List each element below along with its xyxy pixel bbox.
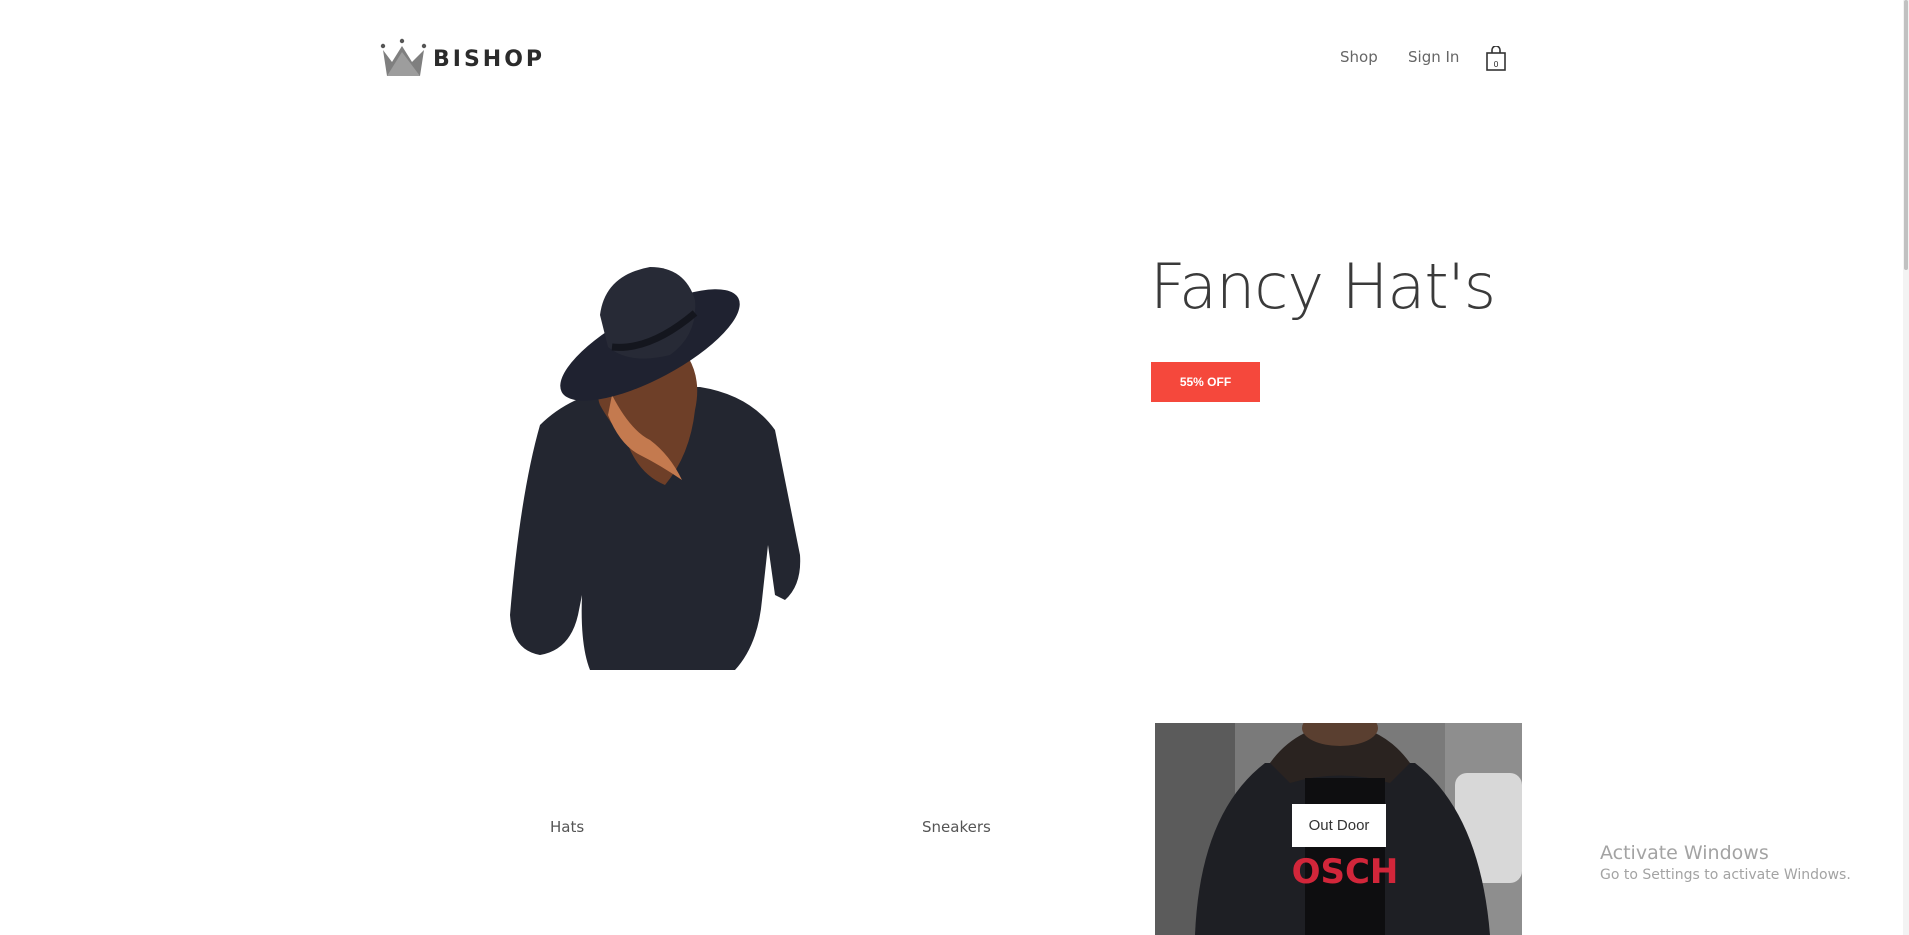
cart-button[interactable]: 0 — [1485, 45, 1507, 76]
scrollbar-thumb[interactable] — [1904, 0, 1908, 270]
category-sneakers[interactable]: Sneakers — [922, 818, 991, 836]
cart-count: 0 — [1493, 60, 1498, 69]
crown-icon — [380, 38, 427, 76]
category-hats[interactable]: Hats — [550, 818, 584, 836]
shopping-bag-icon: 0 — [1486, 45, 1506, 71]
activate-windows-subtitle: Go to Settings to activate Windows. — [1600, 867, 1851, 883]
nav-sign-in-link[interactable]: Sign In — [1408, 48, 1459, 66]
activate-windows-title: Activate Windows — [1600, 842, 1769, 864]
nav-shop-link[interactable]: Shop — [1340, 48, 1378, 66]
svg-text:OSCH: OSCH — [1292, 852, 1399, 892]
scrollbar[interactable] — [1903, 0, 1909, 935]
outdoor-button[interactable]: Out Door — [1292, 804, 1386, 847]
hero-image — [510, 267, 801, 670]
discount-badge[interactable]: 55% OFF — [1151, 362, 1260, 402]
brand-logo[interactable]: BISHOP — [380, 38, 545, 80]
category-outdoor-card[interactable]: OSCH Out Door — [1155, 723, 1522, 935]
brand-name: BISHOP — [433, 46, 546, 72]
hero-title: Fancy Hat's — [1150, 250, 1496, 323]
